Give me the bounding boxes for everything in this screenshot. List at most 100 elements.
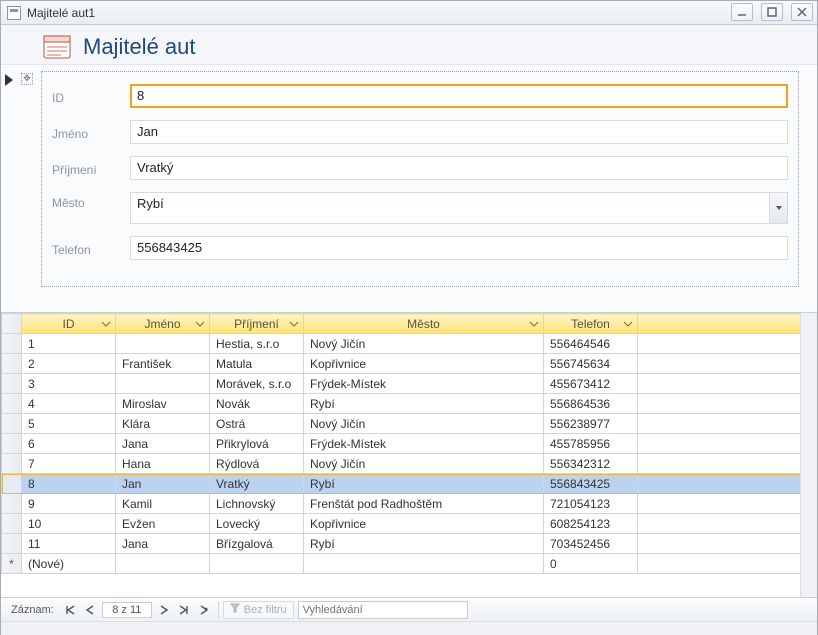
table-cell[interactable]: Kopřivnice	[304, 354, 544, 374]
table-cell[interactable]: 6	[22, 434, 116, 454]
nav-new-button[interactable]	[194, 601, 214, 619]
table-cell[interactable]: František	[116, 354, 210, 374]
table-cell[interactable]: 0	[544, 554, 638, 574]
table-cell[interactable]: Hestia, s.r.o	[210, 334, 304, 354]
table-cell[interactable]	[638, 474, 817, 494]
table-cell[interactable]: Frenštát pod Radhoštěm	[304, 494, 544, 514]
horizontal-scrollbar[interactable]	[1, 621, 817, 635]
mesto-combobox[interactable]: Rybí	[130, 192, 788, 224]
table-cell[interactable]	[638, 374, 817, 394]
table-row-new[interactable]: *(Nové)0	[2, 554, 817, 574]
chevron-down-icon[interactable]	[101, 318, 111, 328]
table-cell[interactable]	[638, 454, 817, 474]
select-all-corner[interactable]	[2, 314, 22, 334]
table-cell[interactable]: Jana	[116, 534, 210, 554]
mesto-dropdown-button[interactable]	[769, 193, 787, 223]
col-header-prijmeni[interactable]: Příjmení	[210, 314, 304, 334]
table-cell[interactable]: 608254123	[544, 514, 638, 534]
jmeno-field[interactable]: Jan	[130, 120, 788, 144]
nav-search-input[interactable]	[298, 601, 468, 619]
table-cell[interactable]	[638, 434, 817, 454]
table-cell[interactable]: 455785956	[544, 434, 638, 454]
table-cell[interactable]	[638, 514, 817, 534]
table-row[interactable]: 7HanaRýdlováNový Jičín556342312	[2, 454, 817, 474]
nav-next-button[interactable]	[154, 601, 174, 619]
prijmeni-field[interactable]: Vratký	[130, 156, 788, 180]
table-row[interactable]: 2FrantišekMatulaKopřivnice556745634	[2, 354, 817, 374]
table-cell[interactable]: Nový Jičín	[304, 454, 544, 474]
table-row[interactable]: 8JanVratkýRybí556843425	[2, 474, 817, 494]
table-cell[interactable]: 4	[22, 394, 116, 414]
table-cell[interactable]: Lovecký	[210, 514, 304, 534]
table-cell[interactable]: Rybí	[304, 474, 544, 494]
nav-first-button[interactable]	[60, 601, 80, 619]
table-cell[interactable]: 7	[22, 454, 116, 474]
table-cell[interactable]	[116, 374, 210, 394]
table-cell[interactable]: 2	[22, 354, 116, 374]
table-cell[interactable]	[304, 554, 544, 574]
table-cell[interactable]: 556745634	[544, 354, 638, 374]
table-cell[interactable]: Novák	[210, 394, 304, 414]
col-header-telefon[interactable]: Telefon	[544, 314, 638, 334]
table-row[interactable]: 9KamilLichnovskýFrenštát pod Radhoštěm72…	[2, 494, 817, 514]
minimize-button[interactable]	[731, 3, 753, 21]
table-cell[interactable]	[2, 514, 22, 534]
table-cell[interactable]: 455673412	[544, 374, 638, 394]
vertical-scrollbar[interactable]	[800, 313, 817, 597]
table-cell[interactable]	[2, 394, 22, 414]
table-cell[interactable]	[2, 494, 22, 514]
nav-filter-button[interactable]: Bez filtru	[223, 601, 294, 619]
table-cell[interactable]	[638, 354, 817, 374]
table-cell[interactable]: Jana	[116, 434, 210, 454]
table-cell[interactable]	[2, 334, 22, 354]
table-cell[interactable]: 721054123	[544, 494, 638, 514]
table-cell[interactable]: 9	[22, 494, 116, 514]
table-cell[interactable]	[638, 494, 817, 514]
table-cell[interactable]: Ostrá	[210, 414, 304, 434]
table-cell[interactable]: Matula	[210, 354, 304, 374]
table-row[interactable]: 11JanaBřízgalováRybí703452456	[2, 534, 817, 554]
mesto-combobox-text[interactable]: Rybí	[131, 193, 769, 223]
table-cell[interactable]	[210, 554, 304, 574]
nav-last-button[interactable]	[174, 601, 194, 619]
table-cell[interactable]	[638, 414, 817, 434]
table-cell[interactable]: 10	[22, 514, 116, 534]
table-row[interactable]: 10EvženLoveckýKopřivnice608254123	[2, 514, 817, 534]
chevron-down-icon[interactable]	[623, 318, 633, 328]
table-cell[interactable]: 703452456	[544, 534, 638, 554]
table-cell[interactable]: Morávek, s.r.o	[210, 374, 304, 394]
table-cell[interactable]: 556864536	[544, 394, 638, 414]
table-cell[interactable]	[116, 554, 210, 574]
table-cell[interactable]	[638, 554, 817, 574]
col-header-mesto[interactable]: Město	[304, 314, 544, 334]
telefon-field[interactable]: 556843425	[130, 236, 788, 260]
table-cell[interactable]: 11	[22, 534, 116, 554]
table-cell[interactable]	[2, 354, 22, 374]
chevron-down-icon[interactable]	[195, 318, 205, 328]
maximize-button[interactable]	[761, 3, 783, 21]
table-row[interactable]: 3Morávek, s.r.oFrýdek-Místek455673412	[2, 374, 817, 394]
table-cell[interactable]: Rybí	[304, 394, 544, 414]
table-cell[interactable]: Vratký	[210, 474, 304, 494]
table-cell[interactable]: Lichnovský	[210, 494, 304, 514]
table-cell[interactable]: Břízgalová	[210, 534, 304, 554]
table-cell[interactable]: Hana	[116, 454, 210, 474]
table-cell[interactable]: 556464546	[544, 334, 638, 354]
col-header-id[interactable]: ID	[22, 314, 116, 334]
table-cell[interactable]: Evžen	[116, 514, 210, 534]
table-cell[interactable]	[638, 394, 817, 414]
table-cell[interactable]: 556342312	[544, 454, 638, 474]
table-cell[interactable]	[2, 374, 22, 394]
table-cell[interactable]: Frýdek-Místek	[304, 434, 544, 454]
table-cell[interactable]: 1	[22, 334, 116, 354]
table-cell[interactable]: 8	[22, 474, 116, 494]
table-cell[interactable]: Frýdek-Místek	[304, 374, 544, 394]
table-cell[interactable]: Jan	[116, 474, 210, 494]
table-cell[interactable]	[2, 454, 22, 474]
table-row[interactable]: 4MiroslavNovákRybí556864536	[2, 394, 817, 414]
table-cell[interactable]	[2, 534, 22, 554]
chevron-down-icon[interactable]	[529, 318, 539, 328]
col-header-jmeno[interactable]: Jméno	[116, 314, 210, 334]
table-cell[interactable]: *	[2, 554, 22, 574]
chevron-down-icon[interactable]	[289, 318, 299, 328]
